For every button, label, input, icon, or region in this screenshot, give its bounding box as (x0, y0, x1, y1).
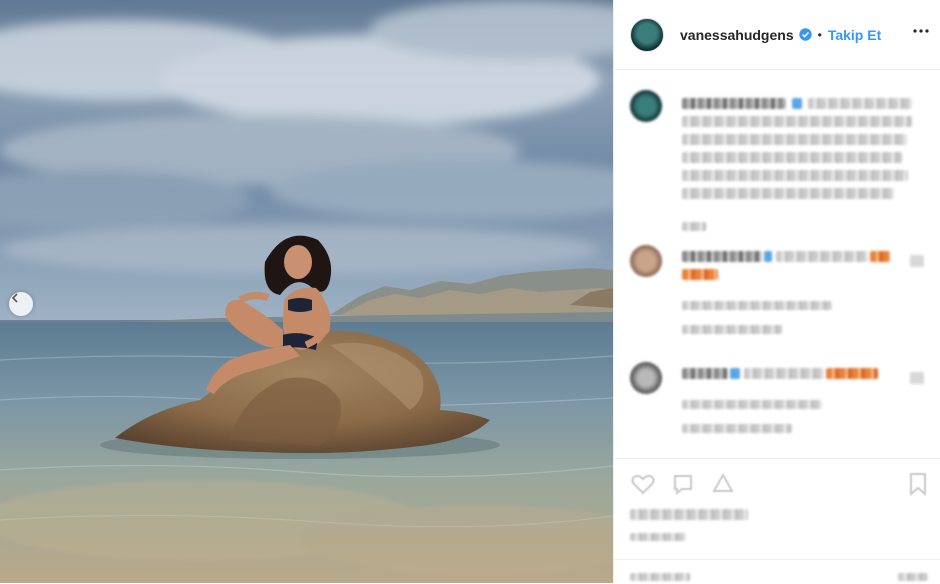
caption-time-redacted (682, 222, 706, 231)
comment-text-redacted (764, 251, 772, 262)
caption-text-redacted (792, 98, 802, 109)
account-username[interactable]: vanessahudgens (680, 27, 794, 43)
comment-text-redacted (682, 251, 762, 262)
comment-text-redacted (744, 368, 824, 379)
caption-text-redacted (682, 152, 902, 163)
share-icon[interactable] (710, 471, 736, 502)
comment-text-redacted (682, 368, 728, 379)
account-avatar[interactable] (630, 17, 664, 52)
likes-count-redacted[interactable] (630, 509, 748, 520)
more-options-icon[interactable] (912, 22, 930, 45)
comments-list (614, 70, 940, 458)
comment-like-icon[interactable] (910, 372, 924, 384)
beach-photo (0, 0, 613, 583)
post-header: vanessahudgens • Takip Et (614, 0, 940, 70)
add-comment-input-redacted[interactable] (630, 573, 690, 581)
verified-badge-icon (798, 28, 812, 41)
heart-icon[interactable] (630, 471, 656, 502)
header-separator: • (817, 27, 822, 42)
comment-text-redacted (682, 269, 718, 280)
caption-avatar[interactable] (630, 90, 662, 122)
prev-photo-button[interactable] (9, 292, 33, 316)
comment-meta-redacted (682, 400, 822, 409)
follow-button[interactable]: Takip Et (828, 27, 881, 43)
caption-text-redacted (682, 134, 907, 145)
caption (630, 90, 930, 210)
caption-text-redacted (682, 170, 908, 181)
post-comment-button-redacted[interactable] (898, 573, 928, 581)
comment-like-icon[interactable] (910, 255, 924, 267)
comment-item (630, 362, 930, 458)
caption-text-redacted (682, 98, 786, 109)
caption-text-redacted (682, 188, 894, 199)
post-side-panel: vanessahudgens • Takip Et (613, 0, 940, 583)
comment-input-divider (614, 559, 940, 560)
caption-text-redacted (808, 98, 912, 109)
comment-avatar[interactable] (630, 245, 662, 277)
comment-avatar[interactable] (630, 362, 662, 394)
action-bar (614, 458, 940, 584)
instagram-post: vanessahudgens • Takip Et (0, 0, 940, 583)
comment-replies-redacted[interactable] (682, 424, 792, 433)
post-photo[interactable] (0, 0, 613, 583)
post-date-redacted (630, 533, 686, 541)
comment-text-redacted (730, 368, 740, 379)
caption-text-redacted (682, 116, 912, 127)
comment-text-redacted (826, 368, 878, 379)
comment-meta-redacted (682, 301, 832, 310)
comment-replies-redacted[interactable] (682, 325, 782, 334)
caption-meta (630, 218, 930, 238)
bookmark-icon[interactable] (906, 471, 930, 502)
comment-text-redacted (870, 251, 890, 262)
comment-icon[interactable] (670, 471, 696, 502)
comment-item (630, 245, 930, 345)
comment-text-redacted (776, 251, 868, 262)
